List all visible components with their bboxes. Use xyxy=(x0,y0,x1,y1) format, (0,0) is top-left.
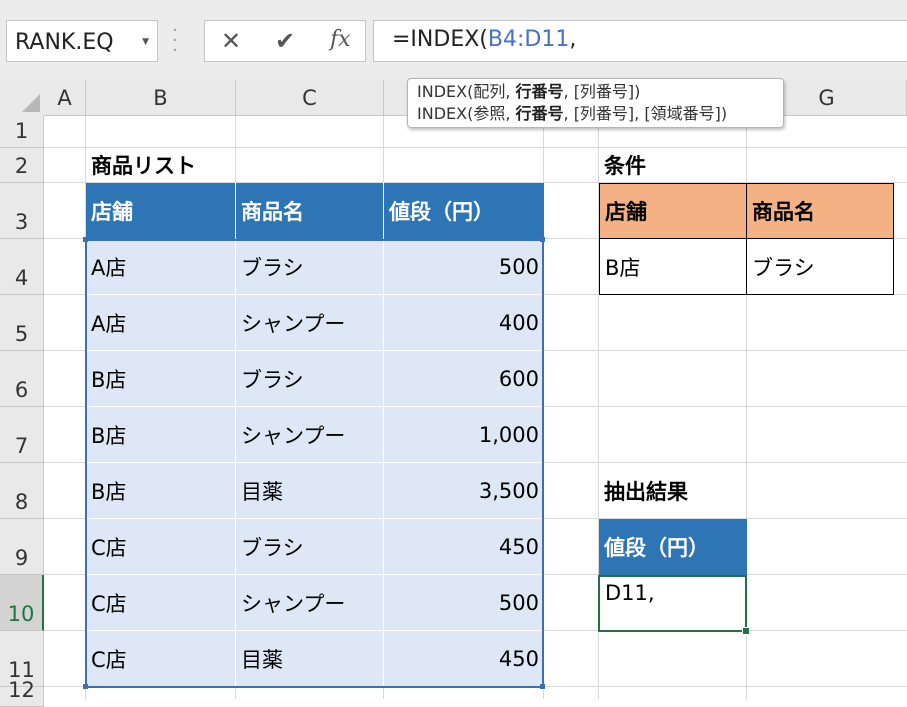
selection-handle[interactable] xyxy=(540,237,545,242)
fill-handle[interactable] xyxy=(742,627,750,635)
select-all-corner[interactable] xyxy=(0,80,44,116)
row-header-9[interactable]: 9 xyxy=(0,519,44,575)
tooltip-line-2: INDEX(参照, 行番号, [列番号], [領域番号]) xyxy=(417,104,728,123)
more-options-icon[interactable]: · · · xyxy=(172,22,178,60)
row-header-8[interactable]: 8 xyxy=(0,463,44,519)
selection-handle[interactable] xyxy=(83,237,88,242)
formula-input[interactable]: =INDEX(B4:D11, xyxy=(373,20,907,62)
header-product[interactable]: 商品名 xyxy=(236,183,384,239)
row-header-1[interactable]: 1 xyxy=(0,116,44,148)
table-cell-store[interactable]: C店 xyxy=(86,631,236,687)
row-header-4[interactable]: 4 xyxy=(0,239,44,295)
formula-text: =INDEX(B4:D11, xyxy=(392,27,577,52)
table-cell-price[interactable]: 3,500 xyxy=(384,463,544,519)
table-cell-store[interactable]: C店 xyxy=(86,575,236,631)
name-box[interactable]: RANK.EQ ▼ xyxy=(6,20,158,62)
table-cell-store[interactable]: B店 xyxy=(86,407,236,463)
row-header-12[interactable]: 12 xyxy=(0,678,44,707)
active-cell-f10[interactable]: D11, xyxy=(598,575,747,632)
name-box-value: RANK.EQ xyxy=(15,30,114,55)
column-header-a[interactable]: A xyxy=(44,80,86,116)
table-cell-product[interactable]: 目薬 xyxy=(236,463,384,519)
active-cell-value: D11, xyxy=(605,581,655,605)
selection-handle[interactable] xyxy=(83,684,88,689)
table-cell-price[interactable]: 500 xyxy=(384,239,544,295)
conditions-title[interactable]: 条件 xyxy=(599,148,747,182)
table-cell-product[interactable]: シャンプー xyxy=(236,407,384,463)
condition-value-product[interactable]: ブラシ xyxy=(746,238,894,295)
table-cell-store[interactable]: B店 xyxy=(86,463,236,519)
header-price[interactable]: 値段（円） xyxy=(384,183,544,239)
selection-handle[interactable] xyxy=(540,684,545,689)
chevron-down-icon[interactable]: ▼ xyxy=(142,37,149,47)
row-header-3[interactable]: 3 xyxy=(0,183,44,239)
tooltip-line-1: INDEX(配列, 行番号, [列番号]) xyxy=(417,82,641,101)
table-cell-product[interactable]: シャンプー xyxy=(236,575,384,631)
formula-bar-area: RANK.EQ ▼ · · · ✕ ✔ fx =INDEX(B4:D11, xyxy=(0,0,907,80)
function-tooltip: INDEX(配列, 行番号, [列番号]) INDEX(参照, 行番号, [列番… xyxy=(407,78,784,128)
table-cell-price[interactable]: 450 xyxy=(384,519,544,575)
table-cell-price[interactable]: 500 xyxy=(384,575,544,631)
table-cell-store[interactable]: B店 xyxy=(86,351,236,407)
table-cell-price[interactable]: 1,000 xyxy=(384,407,544,463)
column-header-c[interactable]: C xyxy=(236,80,384,116)
row-header-5[interactable]: 5 xyxy=(0,295,44,351)
row-header-2[interactable]: 2 xyxy=(0,148,44,183)
condition-header-store[interactable]: 店舗 xyxy=(599,183,747,239)
header-store[interactable]: 店舗 xyxy=(86,183,236,239)
condition-value-store[interactable]: B店 xyxy=(599,238,747,295)
row-header-10[interactable]: 10 xyxy=(0,575,44,631)
result-title[interactable]: 抽出結果 xyxy=(599,463,747,519)
table-cell-product[interactable]: 目薬 xyxy=(236,631,384,687)
table-cell-store[interactable]: C店 xyxy=(86,519,236,575)
column-header-b[interactable]: B xyxy=(86,80,236,116)
table-cell-product[interactable]: シャンプー xyxy=(236,295,384,351)
table-cell-product[interactable]: ブラシ xyxy=(236,519,384,575)
table-cell-product[interactable]: ブラシ xyxy=(236,351,384,407)
condition-header-product[interactable]: 商品名 xyxy=(746,183,894,239)
table-cell-store[interactable]: A店 xyxy=(86,295,236,351)
formula-buttons: ✕ ✔ fx xyxy=(204,20,366,62)
result-header-price[interactable]: 値段（円） xyxy=(599,519,747,575)
enter-icon[interactable]: ✔ xyxy=(275,27,295,55)
row-header-7[interactable]: 7 xyxy=(0,407,44,463)
table-cell-price[interactable]: 400 xyxy=(384,295,544,351)
table-cell-store[interactable]: A店 xyxy=(86,239,236,295)
table-cell-price[interactable]: 600 xyxy=(384,351,544,407)
row-header-6[interactable]: 6 xyxy=(0,351,44,407)
product-list-title[interactable]: 商品リスト xyxy=(86,148,236,182)
table-cell-product[interactable]: ブラシ xyxy=(236,239,384,295)
cancel-icon[interactable]: ✕ xyxy=(221,27,241,55)
table-cell-price[interactable]: 450 xyxy=(384,631,544,687)
insert-function-icon[interactable]: fx xyxy=(330,27,351,52)
